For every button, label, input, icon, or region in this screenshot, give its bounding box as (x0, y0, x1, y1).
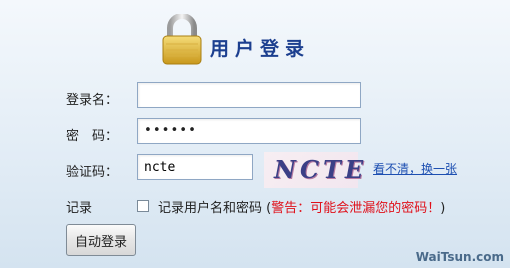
login-header: 用户登录 (160, 14, 360, 70)
captcha-image-text: NCTE (274, 155, 368, 184)
refresh-captcha-link[interactable]: 看不清，换一张 (373, 160, 457, 177)
captcha-label: 验证码： (66, 165, 119, 180)
page-title: 用户登录 (210, 38, 311, 60)
password-label: 密 码： (66, 129, 119, 144)
remember-checkbox[interactable] (137, 200, 149, 212)
remember-label: 记录 (66, 201, 93, 216)
remember-close-paren: ) (440, 201, 446, 216)
remember-option-text: 记录用户名和密码 ( (158, 201, 272, 216)
username-label: 登录名： (66, 93, 119, 108)
remember-text: 记录用户名和密码 (警告：可能会泄漏您的密码！) (158, 197, 445, 216)
lock-icon (162, 14, 202, 65)
password-warning: 警告：可能会泄漏您的密码！ (271, 201, 441, 216)
captcha-image: NCTE (264, 152, 363, 188)
password-input[interactable]: •••••• (137, 118, 361, 144)
captcha-input[interactable] (137, 154, 253, 180)
watermark: WaiTsun.com (415, 250, 504, 264)
login-button[interactable]: 自动登录 (66, 224, 136, 256)
username-input[interactable] (137, 82, 361, 108)
